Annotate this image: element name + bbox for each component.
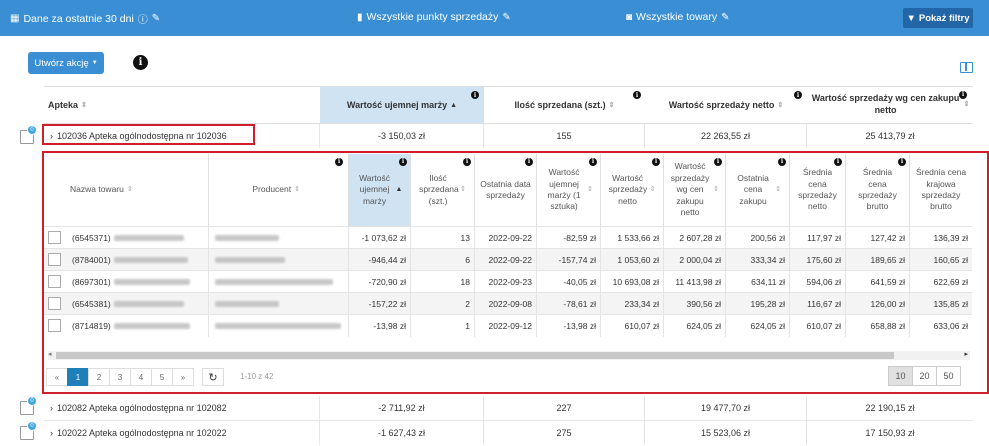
funnel-icon: ▼ xyxy=(906,12,916,24)
create-action-label: Utwórz akcję xyxy=(34,57,89,69)
edit-icon[interactable]: ✎ xyxy=(152,13,160,24)
net-cell: 22 263,55 zł xyxy=(645,124,807,148)
show-filters-button[interactable]: ▼ Pokaż filtry xyxy=(903,8,973,28)
info-icon[interactable]: i xyxy=(794,91,802,99)
purchase-cell: 25 413,79 zł xyxy=(865,131,915,141)
info-icon: ⓘ xyxy=(137,15,148,26)
count-badge: 0 xyxy=(27,396,37,406)
header-net-sales-label: Wartość sprzedaży netto xyxy=(668,100,775,110)
net-cell: 15 523,06 zł xyxy=(645,421,807,445)
header-pharmacy-label: Apteka xyxy=(48,100,79,110)
chevron-right-icon[interactable]: › xyxy=(50,403,53,413)
columns-toggle-icon[interactable] xyxy=(960,62,973,73)
table-row[interactable]: › 102082 Apteka ogólnodostępna nr 102082… xyxy=(44,396,973,420)
purchase-cell: 22 190,15 zł xyxy=(865,403,915,413)
period-filter[interactable]: ▦ Dane za ostatnie 30 dni ⓘ ✎ xyxy=(10,11,160,27)
sort-icon: ⇕ xyxy=(963,101,970,109)
info-icon[interactable]: i xyxy=(133,55,148,70)
pharmacy-name: 102022 Apteka ogólnodostępna nr 102022 xyxy=(57,428,227,438)
chevron-right-icon[interactable]: › xyxy=(50,428,53,438)
qty-cell: 275 xyxy=(484,421,645,445)
margin-cell: -2 711,92 zł xyxy=(320,396,484,420)
header-pharmacy[interactable]: Apteka ⇕ xyxy=(44,86,320,124)
header-purchase-value-label: Wartość sprzedaży wg cen zakupu netto xyxy=(811,93,960,115)
products-filter[interactable]: ◙ Wszystkie towary ✎ xyxy=(626,11,730,23)
pharmacy-cell: › 102022 Apteka ogólnodostępna nr 102022 xyxy=(44,421,320,445)
pharmacy-name: 102082 Apteka ogólnodostępna nr 102082 xyxy=(57,403,227,413)
header-negative-margin-label: Wartość ujemnej marży xyxy=(346,100,448,110)
period-filter-label: Dane za ostatnie 30 dni xyxy=(23,12,134,25)
camera-icon: ◙ xyxy=(626,11,633,23)
highlight-box xyxy=(42,151,989,394)
create-action-button[interactable]: Utwórz akcję ▼ xyxy=(28,52,104,74)
top-filter-bar: ▦ Dane za ostatnie 30 dni ⓘ ✎ ▮ Wszystki… xyxy=(0,0,989,36)
info-icon[interactable]: i xyxy=(633,91,641,99)
calendar-icon: ▦ xyxy=(10,13,20,24)
info-icon[interactable]: i xyxy=(471,91,479,99)
purchase-cell: 17 150,93 zł xyxy=(865,428,915,438)
show-filters-label: Pokaż filtry xyxy=(918,12,970,24)
highlight-box xyxy=(42,124,255,145)
points-filter[interactable]: ▮ Wszystkie punkty sprzedaży ✎ xyxy=(357,11,511,23)
header-quantity[interactable]: Ilość sprzedana (szt.) ⇕ i xyxy=(484,86,645,124)
points-filter-label: Wszystkie punkty sprzedaży xyxy=(366,11,499,23)
sort-up-icon: ▲ xyxy=(450,101,458,109)
qty-cell: 155 xyxy=(484,124,645,148)
sort-icon: ⇕ xyxy=(81,102,87,109)
caret-down-icon: ▼ xyxy=(91,60,98,66)
edit-icon[interactable]: ✎ xyxy=(721,12,729,23)
header-purchase-value[interactable]: Wartość sprzedaży wg cen zakupu netto ⇕ … xyxy=(807,86,973,124)
header-negative-margin[interactable]: Wartość ujemnej marży ▲ i xyxy=(320,86,484,124)
pharmacy-cell: › 102082 Apteka ogólnodostępna nr 102082 xyxy=(44,396,320,420)
count-badge: 0 xyxy=(27,125,37,135)
building-icon: ▮ xyxy=(357,11,363,23)
sort-icon: ⇕ xyxy=(777,102,784,109)
header-net-sales[interactable]: Wartość sprzedaży netto ⇕ i xyxy=(645,86,807,124)
qty-cell: 227 xyxy=(484,396,645,420)
sort-icon: ⇕ xyxy=(608,102,615,109)
table-row[interactable]: › 102022 Apteka ogólnodostępna nr 102022… xyxy=(44,420,973,445)
net-cell: 19 477,70 zł xyxy=(645,396,807,420)
edit-icon[interactable]: ✎ xyxy=(502,12,510,23)
info-icon[interactable]: i xyxy=(959,91,967,99)
header-quantity-label: Ilość sprzedana (szt.) xyxy=(514,100,606,110)
count-badge: 0 xyxy=(27,421,37,431)
margin-cell: -3 150,03 zł xyxy=(320,124,484,148)
margin-cell: -1 627,43 zł xyxy=(320,421,484,445)
products-filter-label: Wszystkie towary xyxy=(636,11,718,23)
